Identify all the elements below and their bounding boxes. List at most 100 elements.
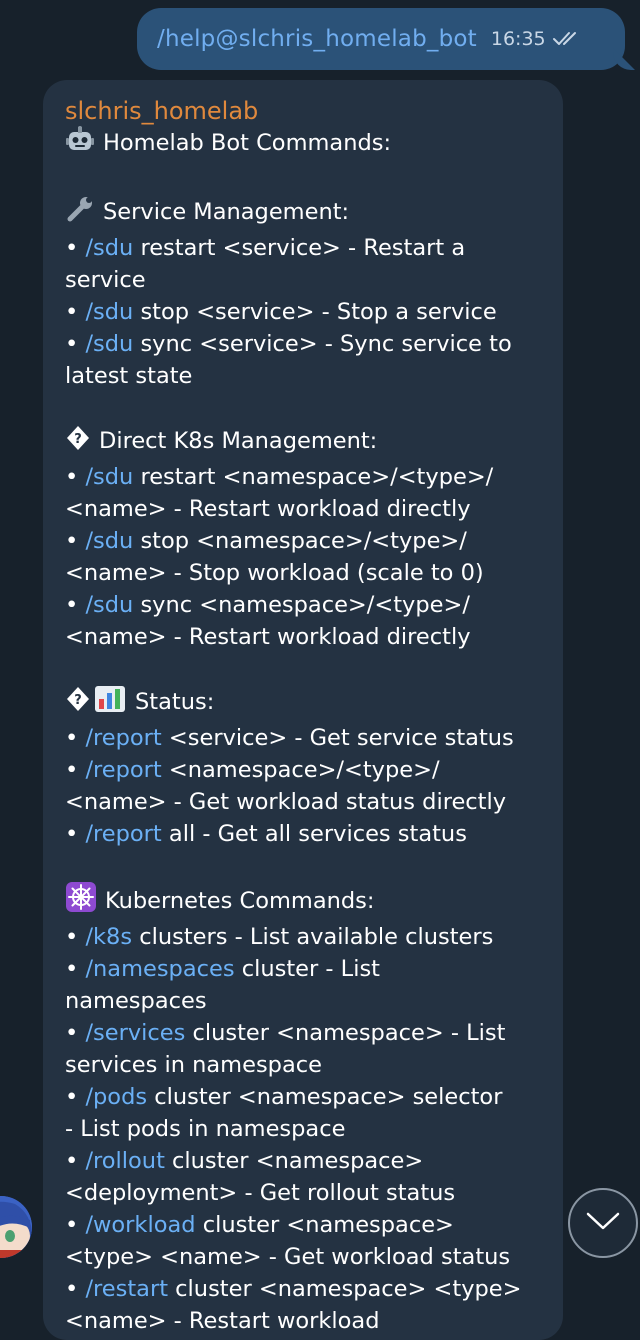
message-line: • /rollout cluster <namespace> [65, 1145, 545, 1177]
message-line: Homelab Bot Commands: [65, 126, 545, 163]
message-line: • /sdu stop <service> - Stop a service [65, 296, 545, 328]
message-line: <name> - Restart workload directly [65, 493, 545, 525]
message-line: - List pods in namespace [65, 1113, 545, 1145]
message-line: latest state [65, 360, 545, 392]
message-text: restart <service> - Restart a [133, 235, 466, 261]
message-line: • /k8s clusters - List available cluster… [65, 921, 545, 953]
chevron-down-icon [585, 1210, 621, 1236]
command-link[interactable]: /report [85, 821, 161, 847]
message-line: <name> - Restart workload directly [65, 621, 545, 653]
svg-text:?: ? [74, 693, 82, 708]
message-time: 16:35 [490, 28, 546, 50]
message-text: <name> - Get workload status directly [65, 789, 507, 815]
message-line: <name> - Stop workload (scale to 0) [65, 557, 545, 589]
message-text: restart <namespace>/<type>/ [133, 464, 494, 490]
command-link[interactable]: /sdu [85, 464, 133, 490]
message-text: <deployment> - Get rollout status [65, 1180, 456, 1206]
message-text: <name> - Restart workload [65, 1308, 380, 1334]
message-text: cluster <namespace> <type> [168, 1276, 522, 1302]
message-line: • /sdu stop <namespace>/<type>/ [65, 525, 545, 557]
message-text: • [65, 757, 86, 783]
avatar[interactable] [0, 1196, 32, 1258]
message-text: <name> - Restart workload directly [65, 496, 471, 522]
command-link[interactable]: /k8s [85, 924, 132, 950]
message-text: • [65, 1020, 86, 1046]
message-text: sync <service> - Sync service to [133, 331, 512, 357]
message-line: • /workload cluster <namespace> [65, 1209, 545, 1241]
message-line: • /sdu restart <service> - Restart a [65, 232, 545, 264]
message-text: clusters - List available clusters [132, 924, 494, 950]
message-text: all - Get all services status [161, 821, 467, 847]
helm-wheel-icon [65, 882, 97, 921]
chart-icon: ? [65, 685, 127, 722]
command-link[interactable]: /workload [85, 1212, 195, 1238]
command-link[interactable]: /sdu [85, 235, 133, 261]
message-text: • [65, 1212, 86, 1238]
message-text: • [65, 299, 86, 325]
command-link[interactable]: /sdu [85, 592, 133, 618]
command-link[interactable]: /rollout [85, 1148, 164, 1174]
message-line: • /sdu restart <namespace>/<type>/ [65, 461, 545, 493]
command-link[interactable]: /sdu [85, 528, 133, 554]
command-link[interactable]: /namespaces [85, 956, 234, 982]
sender-name[interactable]: slchris_homelab [65, 94, 545, 126]
message-text: - List pods in namespace [65, 1116, 346, 1142]
message-line: • /namespaces cluster - List [65, 953, 545, 985]
message-text: • [65, 1148, 86, 1174]
message-text: • [65, 528, 86, 554]
command-link[interactable]: /pods [85, 1084, 147, 1110]
message-text: cluster <namespace> [164, 1148, 424, 1174]
message-text: • [65, 956, 86, 982]
scroll-down-button[interactable] [568, 1188, 638, 1258]
message-text: • [65, 1276, 86, 1302]
message-text: latest state [65, 363, 193, 389]
message-line: • /report all - Get all services status [65, 818, 545, 850]
command-link[interactable]: /restart [85, 1276, 168, 1302]
message-text: <namespace>/<type>/ [161, 757, 440, 783]
command-link[interactable]: /report [85, 725, 161, 751]
message-text: • [65, 331, 86, 357]
message-line: • /services cluster <namespace> - List [65, 1017, 545, 1049]
outgoing-message-text[interactable]: /help@slchris_homelab_bot [157, 26, 477, 52]
wrench-icon [65, 195, 95, 232]
message-line [65, 653, 545, 685]
message-text: • [65, 1084, 86, 1110]
unknown-glyph-icon: ? [65, 424, 91, 461]
message-line: • /report <namespace>/<type>/ [65, 754, 545, 786]
message-text: stop <namespace>/<type>/ [133, 528, 467, 554]
message-line: ? Direct K8s Management: [65, 424, 545, 461]
message-text: stop <service> - Stop a service [133, 299, 497, 325]
message-text: service [65, 267, 146, 293]
message-line: • /pods cluster <namespace> selector [65, 1081, 545, 1113]
command-link[interactable]: /sdu [85, 299, 133, 325]
message-text: • [65, 821, 86, 847]
message-text: Service Management: [103, 199, 350, 225]
message-text: cluster <namespace> - List [185, 1020, 506, 1046]
message-line: <type> <name> - Get workload status [65, 1241, 545, 1273]
message-line: • /sdu sync <service> - Sync service to [65, 328, 545, 360]
message-line: service [65, 264, 545, 296]
message-line [65, 850, 545, 882]
message-text: sync <namespace>/<type>/ [133, 592, 470, 618]
message-text: <name> - Restart workload directly [65, 624, 471, 650]
svg-text:?: ? [74, 432, 82, 447]
message-line [65, 392, 545, 424]
command-link[interactable]: /report [85, 757, 161, 783]
outgoing-message-bubble[interactable]: /help@slchris_homelab_bot 16:35 [137, 8, 625, 70]
message-text: Direct K8s Management: [99, 428, 378, 454]
message-text: • [65, 235, 86, 261]
message-text: • [65, 592, 86, 618]
message-text: <service> - Get service status [161, 725, 514, 751]
message-text: Kubernetes Commands: [105, 888, 375, 914]
message-text: <name> - Stop workload (scale to 0) [65, 560, 484, 586]
message-line: <name> - Restart workload [65, 1305, 545, 1337]
message-text: cluster <namespace> selector [147, 1084, 503, 1110]
command-link[interactable]: /services [85, 1020, 185, 1046]
message-line: • /sdu sync <namespace>/<type>/ [65, 589, 545, 621]
message-text: namespaces [65, 988, 207, 1014]
message-line: ? Status: [65, 685, 545, 722]
command-link[interactable]: /sdu [85, 331, 133, 357]
incoming-message-bubble[interactable]: slchris_homelab Homelab Bot Commands: Ser… [43, 80, 563, 1340]
message-text: • [65, 924, 86, 950]
message-text: • [65, 464, 86, 490]
